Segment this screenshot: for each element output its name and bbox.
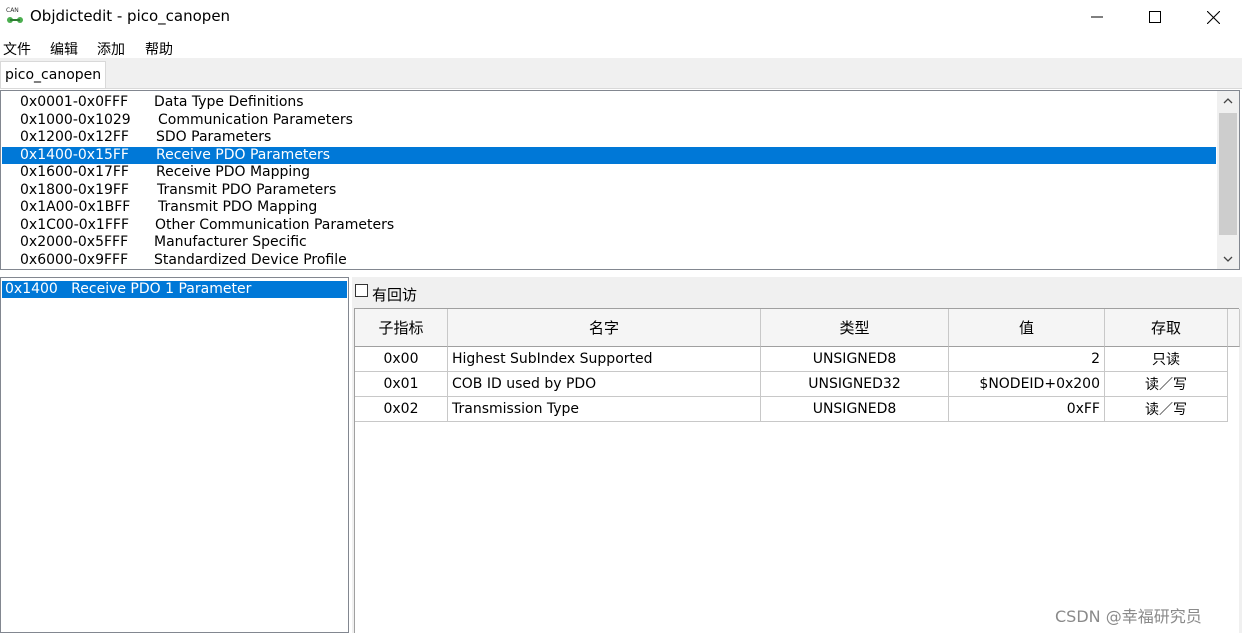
index-range-description: Standardized Device Profile — [154, 251, 347, 268]
index-range-row[interactable]: 0x0001-0x0FFF Data Type Definitions — [2, 94, 1216, 111]
index-range-row[interactable]: 0x1800-0x19FF Transmit PDO Parameters — [2, 182, 1216, 199]
index-range-description: Receive PDO Mapping — [156, 164, 311, 180]
index-range-description: Transmit PDO Mapping — [158, 199, 318, 215]
menu-add[interactable]: 添加 — [97, 39, 125, 59]
index-range-description: Data Type Definitions — [154, 94, 304, 110]
callback-checkbox-label: 有回访 — [372, 286, 418, 304]
callback-checkbox[interactable] — [355, 284, 368, 297]
table-cell-type[interactable]: UNSIGNED8 — [761, 347, 949, 372]
index-list[interactable]: 0x1400 Receive PDO 1 Parameter — [0, 277, 349, 633]
index-range-label: 0x2000-0x5FFF — [20, 234, 129, 250]
table-cell-name[interactable]: Transmission Type — [448, 397, 761, 422]
table-cell-value[interactable]: $NODEID+0x200 — [949, 372, 1105, 397]
scroll-up-icon[interactable] — [1217, 91, 1239, 111]
index-range-description: Receive PDO Parameters — [156, 146, 331, 163]
tab-label: pico_canopen — [5, 67, 102, 83]
index-list-item-selected[interactable]: 0x1400 Receive PDO 1 Parameter — [2, 281, 347, 298]
menu-edit[interactable]: 编辑 — [50, 39, 78, 59]
index-range-label: 0x1400-0x15FF — [20, 146, 129, 163]
subindex-panel: 有回访 子指标 名字 类型 值 存取 0x00 Highest SubIndex… — [352, 277, 1242, 633]
index-range-row[interactable]: 0x1A00-0x1BFF Transmit PDO Mapping — [2, 199, 1216, 216]
maximize-icon — [1149, 11, 1161, 23]
index-range-row[interactable]: 0x1C00-0x1FFF Other Communication Paramet… — [2, 217, 1216, 234]
index-range-description: Communication Parameters — [158, 111, 353, 128]
menu-help[interactable]: 帮助 — [145, 39, 173, 59]
index-range-description: Transmit PDO Parameters — [157, 181, 337, 198]
table-cell-name[interactable]: COB ID used by PDO — [448, 372, 761, 397]
index-range-label: 0x1200-0x12FF — [20, 129, 129, 145]
index-range-description: SDO Parameters — [156, 129, 272, 145]
subindex-grid: 子指标 名字 类型 值 存取 0x00 Highest SubIndex Sup… — [354, 308, 1240, 633]
close-icon — [1206, 10, 1220, 24]
index-range-row[interactable]: 0x1000-0x1029 Communication Parameters — [2, 112, 1216, 129]
index-range-row[interactable]: 0x1200-0x12FF SDO Parameters — [2, 129, 1216, 146]
index-range-row[interactable]: 0x1600-0x17FF Receive PDO Mapping — [2, 164, 1216, 181]
index-range-label: 0x1800-0x19FF — [20, 181, 129, 198]
index-list-item-label: 0x1400 Receive PDO 1 Parameter — [5, 281, 252, 297]
close-button[interactable] — [1184, 0, 1242, 34]
minimize-icon — [1091, 16, 1103, 18]
watermark: CSDN @幸福研究员 — [1055, 607, 1202, 626]
index-range-row[interactable]: 0x2000-0x5FFF Manufacturer Specific — [2, 234, 1216, 251]
index-range-list[interactable]: 0x0001-0x0FFF Data Type Definitions 0x1000… — [0, 90, 1240, 270]
index-range-description: Manufacturer Specific — [154, 234, 307, 250]
minimize-button[interactable] — [1068, 0, 1126, 34]
table-cell-name[interactable]: Highest SubIndex Supported — [448, 347, 761, 372]
scrollbar-thumb[interactable] — [1219, 113, 1237, 235]
table-cell-value[interactable]: 0xFF — [949, 397, 1105, 422]
table-cell-subindex[interactable]: 0x01 — [355, 372, 448, 397]
table-cell-subindex[interactable]: 0x02 — [355, 397, 448, 422]
column-header-type[interactable]: 类型 — [761, 309, 949, 347]
svg-text:CAN: CAN — [6, 7, 19, 14]
column-header-value[interactable]: 值 — [949, 309, 1105, 347]
menu-bar: 文件 编辑 添加 帮助 — [0, 36, 1242, 58]
column-header-name[interactable]: 名字 — [448, 309, 761, 347]
column-header-access[interactable]: 存取 — [1105, 309, 1228, 347]
index-range-row[interactable]: 0x6000-0x9FFF Standardized Device Profile — [2, 252, 1216, 269]
index-range-label: 0x0001-0x0FFF — [20, 94, 129, 110]
window-title: Objdictedit - pico_canopen — [30, 7, 231, 25]
table-cell-subindex[interactable]: 0x00 — [355, 347, 448, 372]
index-range-row[interactable]: 0x1400-0x15FF Receive PDO Parameters — [2, 146, 1216, 164]
table-cell-type[interactable]: UNSIGNED8 — [761, 397, 949, 422]
maximize-button[interactable] — [1126, 0, 1184, 34]
index-range-label: 0x1000-0x1029 — [20, 111, 131, 128]
index-range-label: 0x6000-0x9FFF — [20, 251, 129, 268]
index-range-label: 0x1600-0x17FF — [20, 164, 129, 180]
column-header-subindex[interactable]: 子指标 — [355, 309, 448, 347]
index-range-scrollbar[interactable] — [1217, 91, 1239, 269]
column-header-filler — [1228, 309, 1240, 347]
title-bar: CAN Objdictedit - pico_canopen — [0, 0, 1242, 34]
tab-pico-canopen[interactable]: pico_canopen — [0, 61, 106, 88]
index-range-description: Other Communication Parameters — [155, 216, 395, 233]
table-cell-access[interactable]: 读／写 — [1105, 372, 1228, 397]
scroll-down-icon[interactable] — [1217, 249, 1239, 269]
table-cell-type[interactable]: UNSIGNED32 — [761, 372, 949, 397]
table-cell-access[interactable]: 读／写 — [1105, 397, 1228, 422]
index-range-label: 0x1C00-0x1FFF — [20, 216, 129, 233]
table-cell-access[interactable]: 只读 — [1105, 347, 1228, 372]
index-range-label: 0x1A00-0x1BFF — [20, 199, 131, 215]
document-tabs: pico_canopen — [0, 58, 1242, 89]
table-cell-value[interactable]: 2 — [949, 347, 1105, 372]
menu-file[interactable]: 文件 — [3, 39, 31, 59]
app-can-icon: CAN — [6, 7, 23, 23]
